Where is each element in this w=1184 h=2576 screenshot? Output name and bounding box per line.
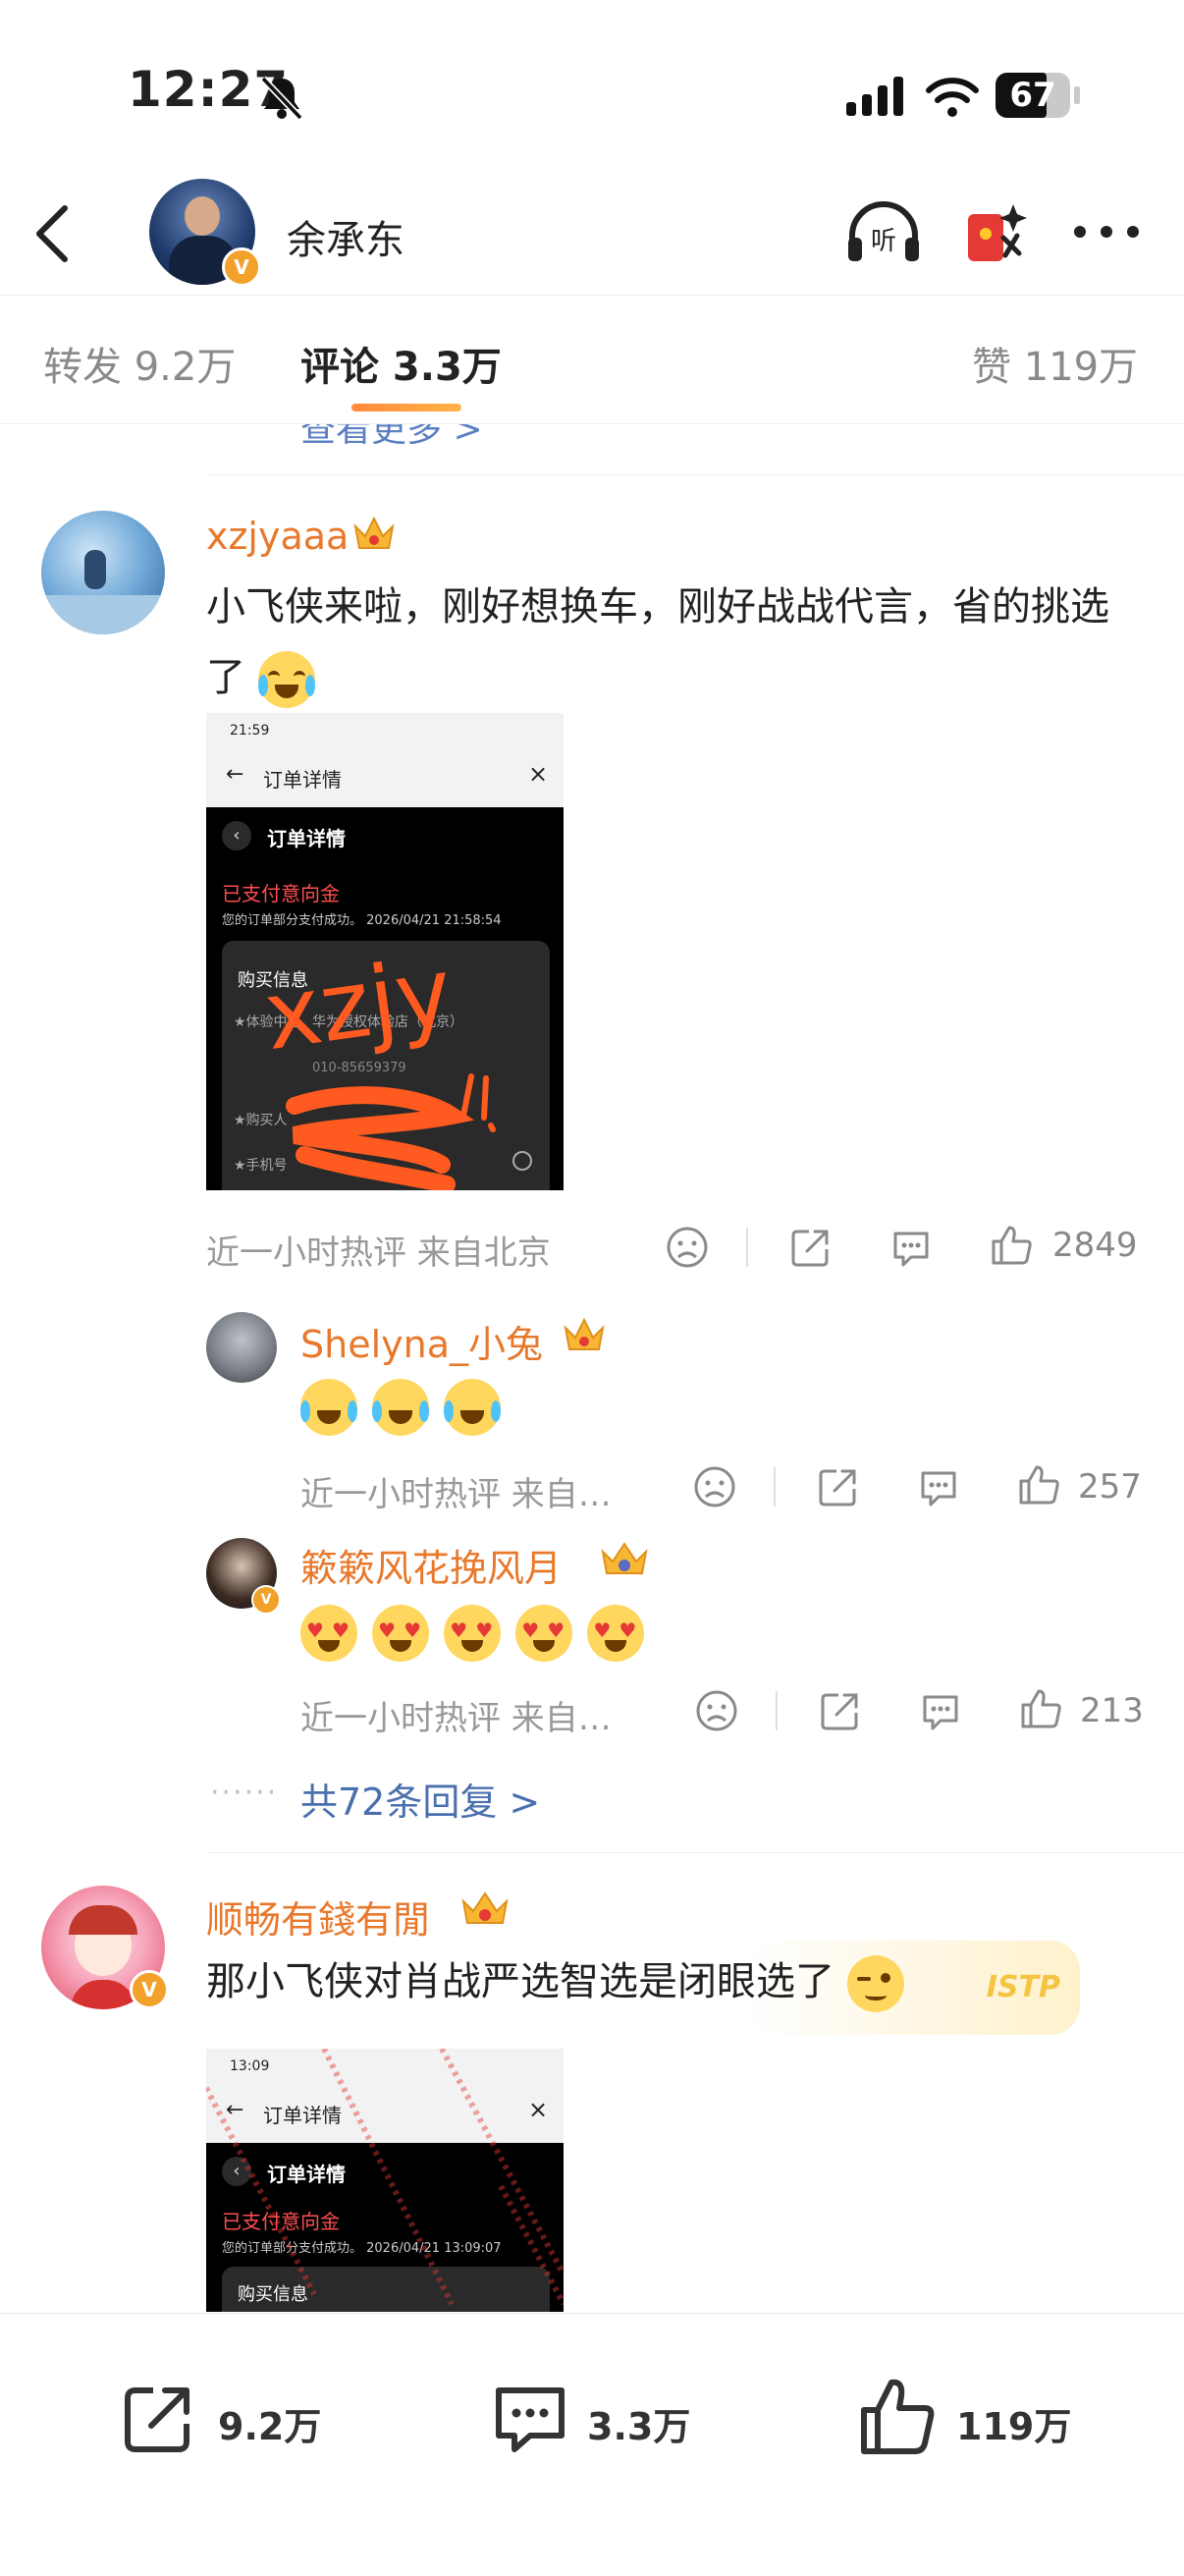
- comment-username[interactable]: xzjyaaa: [206, 515, 349, 558]
- laugh-cry-emoji: [444, 1379, 502, 1436]
- comment-text: 那小飞侠对肖战严选智选是闭眼选了: [206, 1946, 1090, 2017]
- divider: [746, 1228, 748, 1267]
- share-icon[interactable]: [120, 2381, 196, 2457]
- comment-text-body: 小飞侠来啦，刚好想换车，刚好战战代言，省的挑选了: [206, 584, 1109, 700]
- reply-username[interactable]: Shelyna_小兔: [300, 1314, 543, 1368]
- dislike-icon[interactable]: [695, 1689, 738, 1732]
- comment-icon[interactable]: [491, 2381, 569, 2457]
- tab-repost[interactable]: 转发 9.2万: [43, 335, 236, 392]
- comment-image[interactable]: 21:59 ← 订单详情 × ‹ 订单详情 已支付意向金 您的订单部分支付成功。…: [206, 713, 564, 1190]
- like-icon[interactable]: [1017, 1463, 1060, 1507]
- comment-text: 小飞侠来啦，刚好想换车，刚好战战代言，省的挑选了: [206, 572, 1139, 713]
- status-bar: 12:27 67: [0, 0, 1184, 167]
- tab-bar: 转发 9.2万 评论 3.3万 赞 119万: [0, 295, 1184, 424]
- heart-eyes-emoji: ♥ ♥: [515, 1605, 573, 1662]
- reply-icon[interactable]: [919, 1689, 962, 1732]
- comment-username[interactable]: 顺畅有錢有閒: [206, 1890, 430, 1944]
- heart-eyes-emoji: ♥ ♥: [444, 1605, 502, 1662]
- scribble-text: xzjy: [258, 937, 458, 1071]
- heart-eyes-emoji: ♥ ♥: [300, 1605, 357, 1662]
- comment-meta: 近一小时热评 来自北京: [206, 1233, 551, 1273]
- reply-meta: 近一小时热评 来自…: [300, 1475, 612, 1514]
- divider: [774, 1467, 776, 1507]
- repost-count[interactable]: 9.2万: [218, 2396, 321, 2450]
- avatar[interactable]: [206, 1312, 277, 1383]
- like-count: 213: [1080, 1691, 1144, 1730]
- more-link-clipped: 查看更多 >: [300, 424, 483, 444]
- crown-icon: [353, 516, 395, 549]
- bottom-action-bar: 9.2万 3.3万 119万: [0, 2313, 1184, 2576]
- like-icon[interactable]: [990, 1224, 1033, 1267]
- signal-icon: [846, 77, 903, 116]
- comment-text-body: 那小飞侠对肖战严选智选是闭眼选了: [206, 1959, 834, 2004]
- comment-count[interactable]: 3.3万: [587, 2396, 690, 2450]
- reply-meta: 近一小时热评 来自…: [300, 1699, 612, 1738]
- verified-badge: V: [222, 247, 261, 287]
- bell-muted-icon: [260, 76, 303, 121]
- watermark-overlay: [206, 2049, 564, 2306]
- laugh-cry-emoji: [372, 1379, 430, 1436]
- battery-level: 67: [1009, 76, 1056, 115]
- scribble-overlay: xzjy: [258, 937, 496, 1190]
- more-icon[interactable]: [1072, 220, 1141, 244]
- reply-emojis: [300, 1379, 511, 1436]
- like-icon[interactable]: [1019, 1687, 1062, 1730]
- svg-text:听: 听: [871, 227, 896, 256]
- heart-eyes-emoji: ♥ ♥: [372, 1605, 430, 1662]
- dislike-icon[interactable]: [693, 1465, 736, 1508]
- divider: [776, 1691, 778, 1730]
- like-icon[interactable]: [858, 2375, 937, 2457]
- like-count[interactable]: 119万: [956, 2396, 1071, 2450]
- tab-active-indicator: [351, 404, 461, 411]
- tab-like[interactable]: 赞 119万: [972, 335, 1138, 392]
- crown-icon: [461, 1891, 509, 1924]
- wifi-icon: [926, 78, 979, 117]
- header-bar: V 余承东 听: [0, 167, 1184, 295]
- like-count: 2849: [1052, 1226, 1138, 1265]
- reply-username[interactable]: 簌簌风花挽风月: [300, 1538, 562, 1592]
- battery-tip: [1074, 86, 1080, 104]
- verified-badge: V: [251, 1585, 281, 1615]
- like-count: 257: [1078, 1467, 1142, 1507]
- share-icon[interactable]: [789, 1226, 833, 1269]
- divider: [206, 1852, 1184, 1853]
- dots-indicator: ······: [210, 1776, 279, 1810]
- heart-eyes-emoji: ♥ ♥: [587, 1605, 645, 1662]
- tab-comment[interactable]: 评论 3.3万: [300, 335, 502, 392]
- verified-badge: V: [130, 1970, 169, 2009]
- red-packet-icon[interactable]: [960, 196, 1033, 269]
- wink-emoji: [846, 1955, 904, 2012]
- share-icon[interactable]: [819, 1689, 862, 1732]
- header-username[interactable]: 余承东: [287, 208, 404, 265]
- more-link[interactable]: 查看更多 >: [300, 424, 483, 444]
- share-icon[interactable]: [817, 1465, 860, 1508]
- dislike-icon[interactable]: [666, 1226, 709, 1269]
- view-replies-link[interactable]: 共72条回复 >: [300, 1772, 540, 1826]
- reply-emojis: ♥ ♥ ♥ ♥ ♥ ♥ ♥ ♥ ♥ ♥: [300, 1605, 654, 1662]
- crown-icon: [564, 1317, 605, 1350]
- listen-icon[interactable]: 听: [844, 198, 923, 267]
- crown-icon: [601, 1542, 648, 1574]
- reply-icon[interactable]: [889, 1226, 933, 1269]
- laugh-cry-emoji: [257, 651, 315, 708]
- back-icon[interactable]: [31, 202, 75, 265]
- comment-image[interactable]: 13:09 ← 订单详情 × ‹ 订单详情 已支付意向金 您的订单部分支付成功。…: [206, 2049, 564, 2312]
- divider: [206, 474, 1184, 475]
- avatar[interactable]: [41, 511, 165, 634]
- battery-icon: 67: [996, 73, 1070, 118]
- laugh-cry-emoji: [300, 1379, 357, 1436]
- reply-icon[interactable]: [917, 1465, 960, 1508]
